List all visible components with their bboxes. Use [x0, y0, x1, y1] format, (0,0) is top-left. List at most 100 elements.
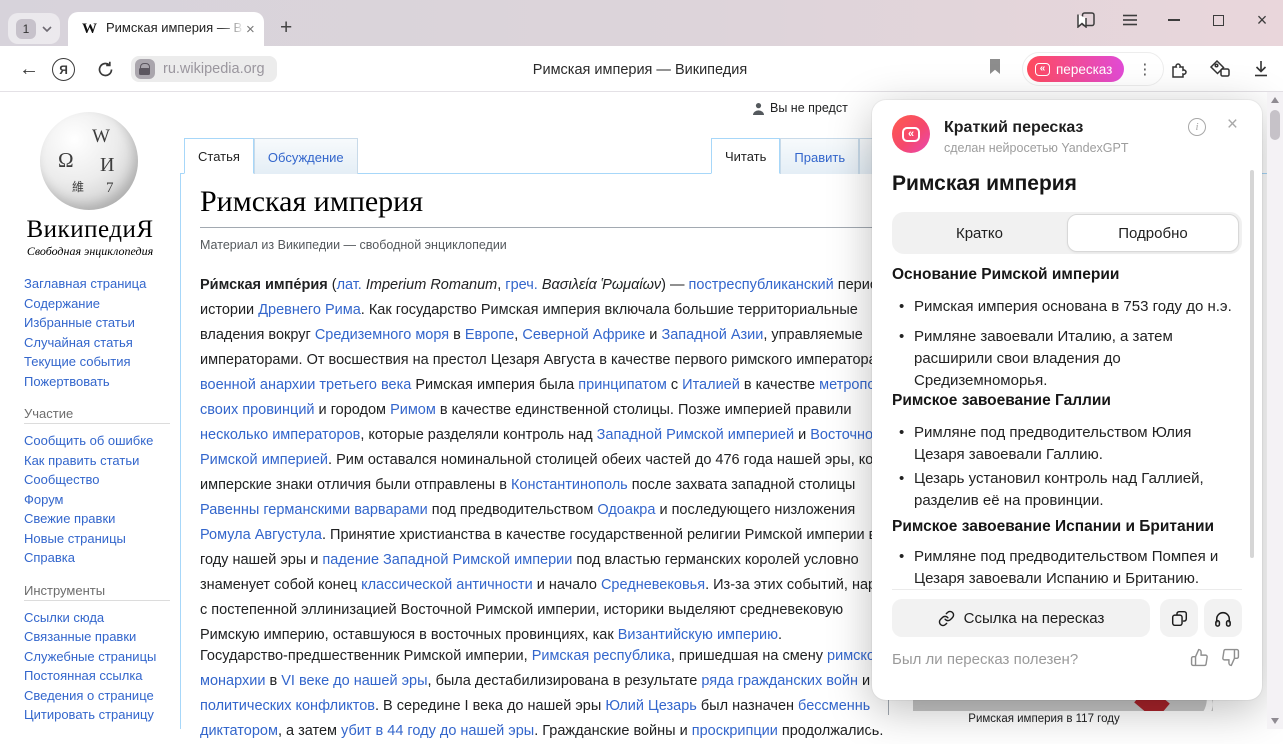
article-link[interactable]: VI веке до нашей эры — [281, 673, 427, 689]
summarize-group: « пересказ ⋮ — [1022, 52, 1164, 86]
article-link[interactable]: Ромула Августула — [200, 527, 322, 543]
sidebar-header-participation: Участие — [24, 406, 170, 424]
tab-article[interactable]: Статья — [184, 138, 254, 174]
article-link[interactable]: Северной Африке — [522, 327, 645, 343]
article-link[interactable]: Римом — [390, 402, 436, 418]
wikipedia-wordmark[interactable]: ВикипедиЯ — [0, 216, 180, 244]
downloads-icon[interactable] — [1248, 56, 1274, 82]
window-minimize-button[interactable] — [1163, 9, 1185, 31]
toggle-brief[interactable]: Кратко — [892, 212, 1067, 254]
sidebar-item-report-error[interactable]: Сообщить об ошибке — [24, 431, 174, 451]
sidebar-item-special-pages[interactable]: Служебные страницы — [24, 647, 174, 667]
panel-subtitle: сделан нейросетью YandexGPT — [944, 141, 1128, 155]
bookmark-icon[interactable] — [988, 58, 1002, 80]
infobox-map: Римская империя в 117 году — [870, 698, 1218, 729]
article-link[interactable]: Италией — [682, 377, 740, 393]
sidebar-item-recent-changes[interactable]: Свежие правки — [24, 509, 174, 529]
sidebar-item-current-events[interactable]: Текущие события — [24, 352, 174, 372]
infobox-caption: Римская империя в 117 году — [870, 713, 1218, 725]
page-scrollbar[interactable] — [1267, 92, 1283, 729]
article-link[interactable]: Константинополь — [511, 477, 628, 493]
article-link[interactable]: Западной Азии — [661, 327, 763, 343]
wallet-tag-icon[interactable] — [1207, 56, 1233, 82]
window-maximize-button[interactable] — [1207, 9, 1229, 31]
article-link[interactable]: политических конфликтов — [200, 698, 375, 714]
sidebar-item-forum[interactable]: Форум — [24, 490, 174, 510]
article-link[interactable]: военной анархии третьего века — [200, 377, 411, 393]
sidebar-item-donate[interactable]: Пожертвовать — [24, 372, 174, 392]
summarize-button[interactable]: « пересказ — [1027, 56, 1124, 82]
window-close-button[interactable]: × — [1251, 9, 1273, 31]
sidebar-item-contents[interactable]: Содержание — [24, 294, 174, 314]
summary-article-title: Римская империя — [892, 172, 1077, 196]
sidebar-item-random[interactable]: Случайная статья — [24, 333, 174, 353]
article-link[interactable]: постреспубликанский — [689, 277, 834, 293]
article-link[interactable]: Римская республика — [532, 648, 671, 664]
article-link[interactable]: проскрипции — [692, 723, 778, 739]
scroll-up-arrow[interactable] — [1271, 97, 1279, 103]
sidebar-item-cite-page[interactable]: Цитировать страницу — [24, 705, 174, 725]
sidebar-item-new-pages[interactable]: Новые страницы — [24, 529, 174, 549]
sidebar-item-how-to-edit[interactable]: Как править статьи — [24, 451, 174, 471]
sidebar-item-related-changes[interactable]: Связанные правки — [24, 627, 174, 647]
sidebar-item-featured[interactable]: Избранные статьи — [24, 313, 174, 333]
article-link[interactable]: падение Западной Римской империи — [322, 552, 572, 568]
article-link[interactable]: ряда гражданских войн — [701, 673, 858, 689]
article-link[interactable]: убит в 44 году до нашей эры — [341, 723, 534, 739]
sidebar-item-community[interactable]: Сообщество — [24, 470, 174, 490]
section-heading: Римское завоевание Галлии — [892, 392, 1242, 410]
tab-edit[interactable]: Править — [780, 138, 859, 174]
article-link[interactable]: Европе — [465, 327, 514, 343]
browser-tab[interactable]: W Римская империя — В × — [68, 12, 264, 46]
sidebar-item-what-links-here[interactable]: Ссылки сюда — [24, 608, 174, 628]
article-link[interactable]: Древнего Рима — [258, 302, 361, 318]
thumbs-down-icon[interactable] — [1221, 648, 1240, 667]
scrollbar-thumb[interactable] — [1270, 110, 1280, 140]
info-icon[interactable]: i — [1188, 118, 1206, 136]
toggle-detailed[interactable]: Подробно — [1067, 214, 1239, 252]
user-icon — [752, 102, 765, 115]
extensions-puzzle-icon[interactable] — [1166, 56, 1192, 82]
yandex-home-icon[interactable]: Я — [52, 58, 75, 81]
article-link[interactable]: Средиземного моря — [315, 327, 449, 343]
scroll-down-arrow[interactable] — [1271, 718, 1279, 724]
tab-read[interactable]: Читать — [711, 138, 780, 174]
article-link[interactable]: греч. — [505, 277, 538, 293]
article-link[interactable]: Равенны германскими варварами — [200, 502, 428, 518]
thumbs-up-icon[interactable] — [1190, 648, 1209, 667]
address-bar[interactable]: ru.wikipedia.org — [131, 56, 277, 82]
back-button[interactable]: ← — [16, 56, 42, 82]
article-link[interactable]: классической античности — [361, 577, 533, 593]
lock-icon[interactable] — [135, 59, 155, 79]
wikipedia-logo[interactable]: W Ω И 維 7 — [40, 112, 138, 210]
sidebar-panels-icon[interactable] — [1075, 9, 1097, 31]
tab-close-icon[interactable]: × — [246, 21, 255, 38]
summary-link-button[interactable]: Ссылка на пересказ — [892, 599, 1150, 637]
panel-close-icon[interactable]: × — [1227, 114, 1238, 136]
listen-summary-button[interactable] — [1204, 599, 1242, 637]
article-link[interactable]: Западной Римской империей — [597, 427, 794, 443]
account-status[interactable]: Вы не предст — [752, 101, 848, 115]
address-page-title[interactable]: Римская империя — Википедия — [400, 62, 880, 78]
article-link[interactable]: лат. — [337, 277, 362, 293]
sidebar-header-tools: Инструменты — [24, 583, 170, 601]
tab-counter[interactable]: 1 — [8, 13, 60, 44]
panel-scrollbar[interactable] — [1250, 170, 1254, 558]
new-tab-button[interactable]: + — [280, 17, 292, 38]
reload-button[interactable] — [92, 56, 118, 82]
article-link[interactable]: Юлий Цезарь — [605, 698, 697, 714]
sidebar-item-permanent-link[interactable]: Постоянная ссылка — [24, 666, 174, 686]
article-link[interactable]: несколько императоров — [200, 427, 360, 443]
sidebar-item-help[interactable]: Справка — [24, 548, 174, 568]
copy-summary-button[interactable] — [1160, 599, 1198, 637]
browser-menu-icon[interactable] — [1119, 9, 1141, 31]
summary-bullet: Римляне под предводительством Помпея и Ц… — [892, 546, 1244, 590]
article-link[interactable]: Одоакра — [597, 502, 655, 518]
sidebar-item-page-info[interactable]: Сведения о странице — [24, 686, 174, 706]
more-options-icon[interactable]: ⋮ — [1132, 60, 1157, 78]
tab-talk[interactable]: Обсуждение — [254, 138, 358, 174]
article-link[interactable]: принципатом — [578, 377, 667, 393]
article-link[interactable]: Средневековья — [601, 577, 705, 593]
sidebar-item-main-page[interactable]: Заглавная страница — [24, 274, 174, 294]
article-link[interactable]: Византийскую империю — [618, 627, 778, 643]
